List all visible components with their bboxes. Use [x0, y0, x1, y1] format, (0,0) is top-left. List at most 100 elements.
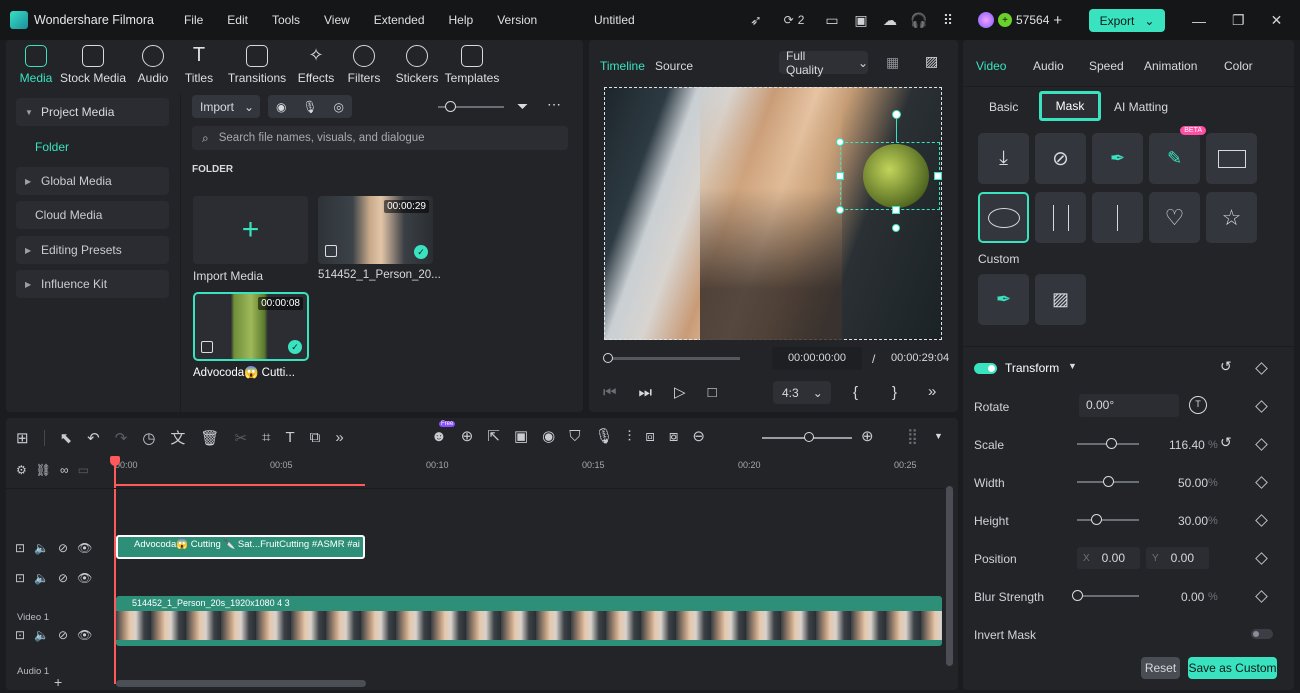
mask-rectangle-button[interactable] [1206, 133, 1257, 184]
mask-star-button[interactable]: ☆ [1206, 192, 1257, 243]
tab-video[interactable]: Video [976, 59, 1006, 73]
add-credits-icon[interactable]: + [1053, 12, 1062, 29]
blur-slider[interactable] [1077, 595, 1139, 597]
video-preview[interactable] [604, 87, 942, 340]
mixer-icon[interactable]: ⫶ [628, 428, 632, 445]
sidebar-project-media[interactable]: ▼ Project Media [16, 98, 169, 126]
motion-icon[interactable]: ◉ [542, 427, 555, 445]
quality-dropdown[interactable]: Full Quality ⌄ [779, 49, 868, 77]
tab-filters[interactable]: Filters [338, 45, 390, 85]
lock-icon[interactable]: ⊡ [15, 628, 25, 642]
previous-frame-icon[interactable]: ⏮ [603, 384, 617, 401]
credits-badge[interactable]: + 57564 + [978, 9, 1062, 31]
feather-handle[interactable] [892, 224, 900, 232]
undo-icon[interactable]: ↶ [87, 429, 100, 447]
mask-pen-button[interactable]: ✒ [1092, 133, 1143, 184]
resize-handle[interactable] [934, 172, 942, 180]
resize-handle[interactable] [836, 138, 844, 146]
tab-titles[interactable]: T Titles [178, 45, 220, 85]
microphone-icon[interactable]: 🎙 [302, 100, 317, 114]
scrub-bar[interactable] [607, 357, 740, 360]
menu-tools[interactable]: Tools [272, 13, 300, 27]
tab-animation[interactable]: Animation [1144, 59, 1197, 73]
mask-double-line-button[interactable] [1035, 192, 1086, 243]
resize-handle[interactable] [836, 206, 844, 214]
tab-timeline[interactable]: Timeline [600, 59, 645, 73]
rotate-dial[interactable]: T [1189, 396, 1207, 414]
playhead[interactable] [114, 458, 116, 684]
height-value[interactable]: 30.00 [1178, 514, 1208, 528]
sidebar-global-media[interactable]: ▶ Global Media [16, 167, 169, 195]
keyframe-icon[interactable] [1255, 590, 1268, 603]
auto-fit-icon[interactable]: ⊕ [461, 427, 474, 445]
export-button[interactable]: Export ⌄ [1089, 9, 1165, 32]
thumbnail-size-knob[interactable] [445, 101, 456, 112]
save-icon[interactable]: ▣ [851, 10, 871, 30]
mask-import-button[interactable]: ⤓ [978, 133, 1029, 184]
height-knob[interactable] [1090, 514, 1102, 525]
mark-out-icon[interactable]: } [892, 384, 897, 401]
tab-media[interactable]: Media [14, 45, 58, 85]
blur-value[interactable]: 0.00 [1181, 590, 1204, 604]
more-options-icon[interactable]: ⋯ [547, 96, 561, 113]
lock-icon[interactable]: ⊡ [15, 571, 25, 585]
next-frame-icon[interactable]: ⏭ [639, 384, 653, 401]
snapshot-icon[interactable]: ▨ [925, 53, 938, 70]
time-ruler[interactable]: 00:00 00:05 00:10 00:15 00:20 00:25 [115, 456, 943, 486]
resize-handle[interactable] [836, 172, 844, 180]
more-tools-icon[interactable]: » [335, 429, 343, 446]
work-area-bar[interactable] [115, 484, 365, 486]
horizontal-scrollbar[interactable] [116, 680, 366, 687]
sidebar-folder[interactable]: Folder [35, 140, 69, 154]
rotate-input[interactable]: 0.00° [1079, 394, 1179, 417]
scale-value[interactable]: 116.40 [1169, 438, 1205, 452]
eye-icon[interactable]: 👁 [77, 628, 92, 642]
position-y-input[interactable]: Y 0.00 [1146, 547, 1209, 569]
text-icon[interactable]: T [286, 429, 295, 446]
split-icon[interactable]: ✂ [234, 429, 247, 447]
unlink-icon[interactable]: ⛓ [36, 463, 51, 477]
microphone-icon[interactable]: 🎙 [595, 427, 614, 445]
zoom-knob[interactable] [804, 432, 814, 442]
tab-transitions[interactable]: Transitions [220, 45, 294, 85]
tab-effects[interactable]: ✧ Effects [294, 45, 338, 85]
scrub-knob[interactable] [603, 353, 613, 363]
zoom-in-icon[interactable]: ⊕ [861, 427, 874, 445]
width-knob[interactable] [1103, 476, 1114, 487]
image-edit-icon[interactable]: ▣ [514, 427, 528, 445]
custom-upload-button[interactable]: ✒ [978, 274, 1029, 325]
menu-view[interactable]: View [324, 13, 350, 27]
minimize-icon[interactable]: — [1192, 13, 1206, 29]
import-media-card[interactable]: + [193, 196, 308, 264]
export-clip-icon[interactable]: ⇱ [487, 427, 500, 445]
save-as-custom-button[interactable]: Save as Custom [1188, 657, 1277, 679]
scale-knob[interactable] [1106, 438, 1118, 449]
keyframe-icon[interactable] [1255, 514, 1268, 527]
menu-extended[interactable]: Extended [374, 13, 425, 27]
menu-version[interactable]: Version [497, 13, 537, 27]
headset-icon[interactable]: 🎧 [909, 10, 929, 30]
play-icon[interactable]: ▷ [674, 383, 686, 401]
reset-icon[interactable]: ↺ [1220, 434, 1232, 451]
grid-icon[interactable]: ▦ [886, 54, 899, 71]
tab-stock-media[interactable]: Stock Media [58, 45, 128, 85]
mark-in-icon[interactable]: { [853, 384, 858, 401]
history-counter[interactable]: ⟳ 2 [775, 10, 813, 30]
subtab-ai-matting[interactable]: AI Matting [1114, 100, 1168, 114]
sidebar-editing-presets[interactable]: ▶ Editing Presets [16, 236, 169, 264]
subtab-mask[interactable]: Mask [1039, 91, 1101, 121]
shield-icon[interactable]: ⛉ [569, 428, 580, 445]
tab-stickers[interactable]: Stickers [390, 45, 444, 85]
eye-icon[interactable]: 👁 [77, 541, 92, 555]
reset-icon[interactable]: ↺ [1220, 358, 1232, 375]
sidebar-influence-kit[interactable]: ▶ Influence Kit [16, 270, 169, 298]
crop-icon[interactable]: ⌗ [262, 429, 270, 446]
keyframe-icon[interactable] [1255, 362, 1268, 375]
delete-icon[interactable]: 🗑 [200, 429, 219, 447]
settings-icon[interactable]: ⚙ [16, 463, 27, 477]
media-thumbnail-avocado[interactable]: 00:00:08 ✓ [193, 292, 309, 361]
send-icon[interactable]: ➶ [746, 10, 766, 30]
lock-icon[interactable]: ⊡ [15, 541, 25, 555]
rotate-handle[interactable] [892, 110, 901, 119]
zoom-out-icon[interactable]: ⊖ [692, 427, 705, 445]
